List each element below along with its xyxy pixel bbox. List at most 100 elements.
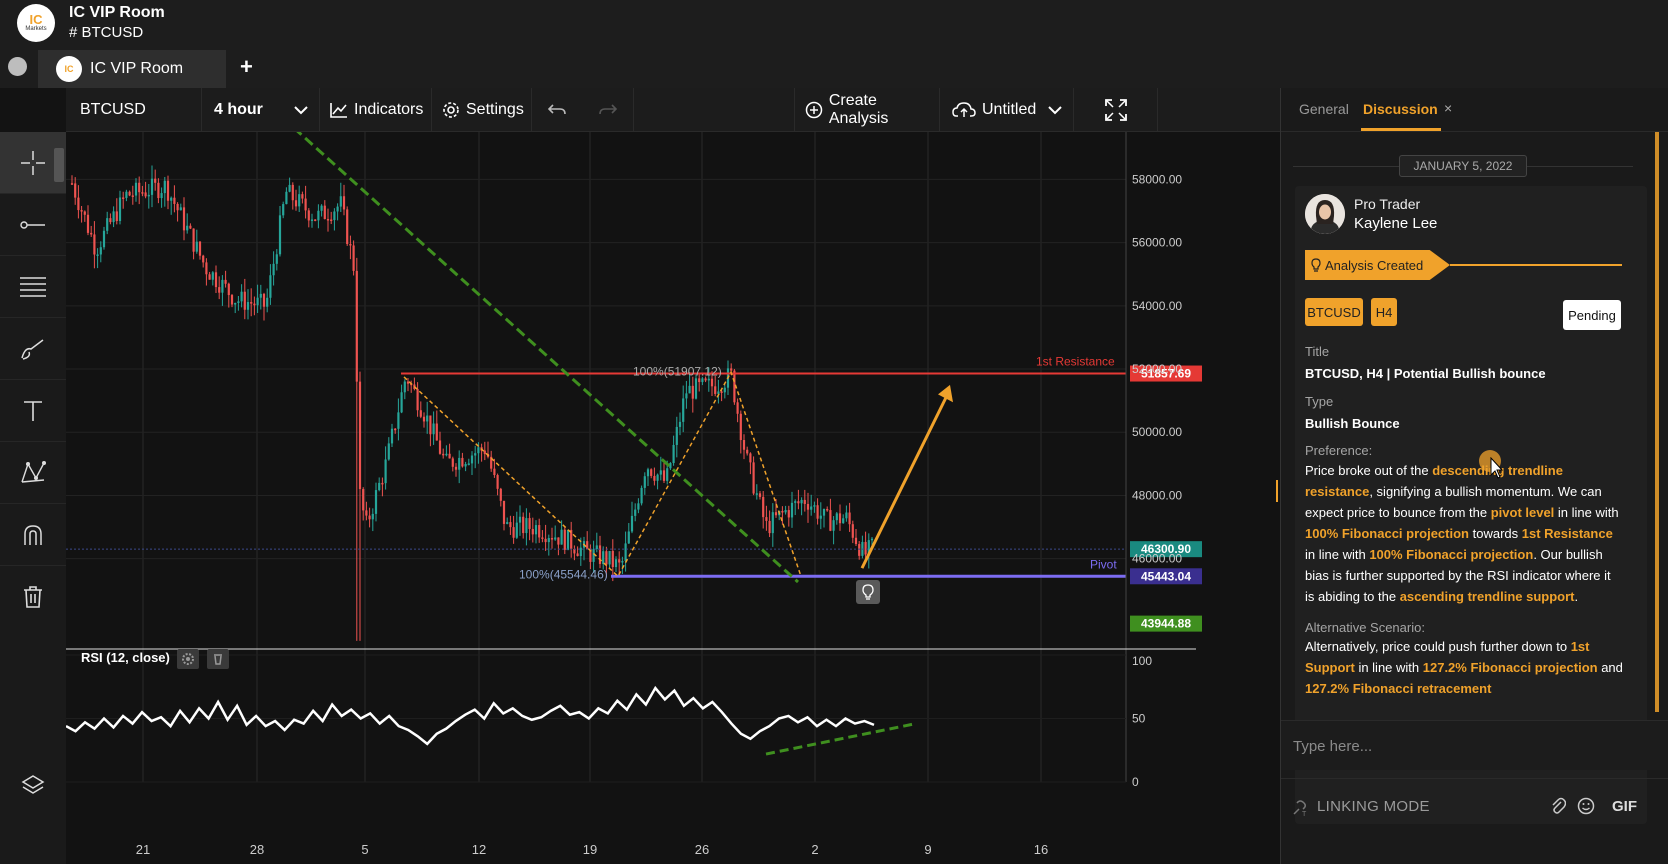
candle-body (134, 182, 138, 196)
candle-body (429, 415, 432, 435)
magnet-tool[interactable] (0, 504, 66, 566)
close-discussion-button[interactable]: × (1444, 100, 1452, 116)
candle-body (848, 512, 851, 525)
candle-body (496, 475, 499, 489)
settings-button[interactable]: Settings (432, 88, 532, 132)
candle-body (397, 412, 400, 429)
trash-icon (24, 586, 42, 608)
crosshair-tool[interactable] (0, 132, 66, 194)
candle-body (467, 463, 470, 465)
rsi-delete-button[interactable] (207, 649, 229, 669)
message-input[interactable] (1293, 734, 1633, 758)
candle-body (758, 493, 762, 497)
candle-body (109, 218, 112, 223)
compass-icon[interactable] (8, 57, 27, 76)
fib-retracement-tool[interactable] (0, 256, 66, 318)
candle-body (378, 482, 381, 491)
candle-body (224, 279, 227, 284)
candle-body (854, 537, 858, 545)
composer-actions: T LINKING MODE GIF (1281, 778, 1668, 864)
candle-body (259, 293, 262, 298)
preference-label: Preference: (1305, 443, 1373, 458)
attachment-icon[interactable] (1550, 797, 1566, 815)
linking-mode-label[interactable]: LINKING MODE (1317, 798, 1430, 815)
candle-body (682, 398, 685, 422)
candle-body (614, 559, 618, 568)
symbol-input[interactable]: BTCUSD (66, 88, 202, 132)
text-segment: in line with (1354, 660, 1423, 675)
messages-scrollbar[interactable] (1655, 132, 1659, 712)
fullscreen-button[interactable] (1074, 88, 1158, 132)
candle-body (435, 423, 438, 441)
candle-body (586, 541, 589, 550)
price-chart[interactable]: 1st Resistance Pivot 100%(51907.12) 100%(45… (65, 126, 1280, 864)
candle-body (477, 447, 480, 454)
rsi-settings-button[interactable] (177, 649, 199, 669)
tab-discussion[interactable]: Discussion (1363, 101, 1438, 117)
indicators-button[interactable]: Indicators (320, 88, 432, 132)
candle-body (208, 274, 211, 280)
brush-tool[interactable] (0, 318, 66, 380)
price-tick-label: 52000.00 (1132, 362, 1182, 376)
emoji-icon[interactable] (1577, 797, 1595, 815)
symbol-label: BTCUSD (80, 101, 146, 118)
candle-body (662, 470, 666, 481)
tab-logo: IC (56, 56, 82, 82)
candle-body (339, 196, 342, 207)
rsi-label: RSI (12, close) (81, 650, 170, 665)
candle-body (630, 515, 634, 532)
layout-select[interactable]: Untitled (940, 88, 1074, 132)
candle-body (179, 207, 182, 211)
tab-ic-vip-room[interactable]: IC IC VIP Room (38, 50, 226, 88)
avatar (1305, 194, 1345, 234)
candle-body (141, 192, 144, 194)
fibonacci-projection (403, 370, 802, 578)
candle-body (294, 200, 298, 207)
trend-line-tool[interactable] (0, 194, 66, 256)
time-tick-label: 2 (811, 842, 818, 857)
candle-body (746, 449, 749, 454)
candle-body (342, 196, 346, 210)
target-arrow (860, 396, 948, 569)
candle-body (806, 503, 810, 510)
tab-general[interactable]: General (1299, 101, 1349, 117)
candle-body (93, 234, 96, 255)
candle-body (525, 518, 528, 534)
candle-body (800, 499, 803, 504)
candle-body (243, 291, 246, 310)
analysis-marker[interactable] (856, 580, 880, 604)
undo-button[interactable] (532, 88, 582, 132)
active-tab-indicator (1361, 128, 1441, 131)
candle-body (563, 529, 566, 550)
candle-body (70, 183, 74, 185)
candle-body (275, 254, 278, 264)
timeframe-tag: H4 (1371, 298, 1397, 326)
tool-expand-handle[interactable] (54, 148, 64, 182)
redo-button[interactable] (582, 88, 634, 132)
pattern-tool[interactable] (0, 442, 66, 504)
delete-drawings-tool[interactable] (0, 566, 66, 628)
add-tab-button[interactable]: + (240, 54, 253, 80)
candle-body (266, 297, 269, 307)
candle-body (560, 529, 563, 545)
gif-button[interactable]: GIF (1612, 798, 1637, 815)
layers-tool[interactable] (0, 754, 66, 816)
text-tool[interactable] (0, 380, 66, 442)
text-segment: . (1574, 589, 1579, 604)
candle-body (138, 182, 141, 193)
create-analysis-button[interactable]: Create Analysis (794, 88, 940, 132)
candle-body (832, 520, 835, 531)
linking-mode-icon[interactable]: T (1291, 797, 1311, 817)
candle-body (394, 428, 397, 431)
candle-body (870, 538, 874, 541)
candle-body (829, 510, 832, 531)
timeframe-label: 4 hour (214, 101, 263, 118)
candle-body (710, 378, 714, 387)
candle-body (285, 191, 288, 205)
chart-canvas[interactable]: 1st Resistance Pivot 100%(51907.12) 100%(45… (65, 126, 1280, 864)
timeframe-select[interactable]: 4 hour (202, 88, 320, 132)
candle-body (323, 205, 326, 220)
candle-body (669, 463, 672, 469)
text-segment: Price broke out of the (1305, 463, 1433, 478)
candle-body (301, 194, 304, 199)
